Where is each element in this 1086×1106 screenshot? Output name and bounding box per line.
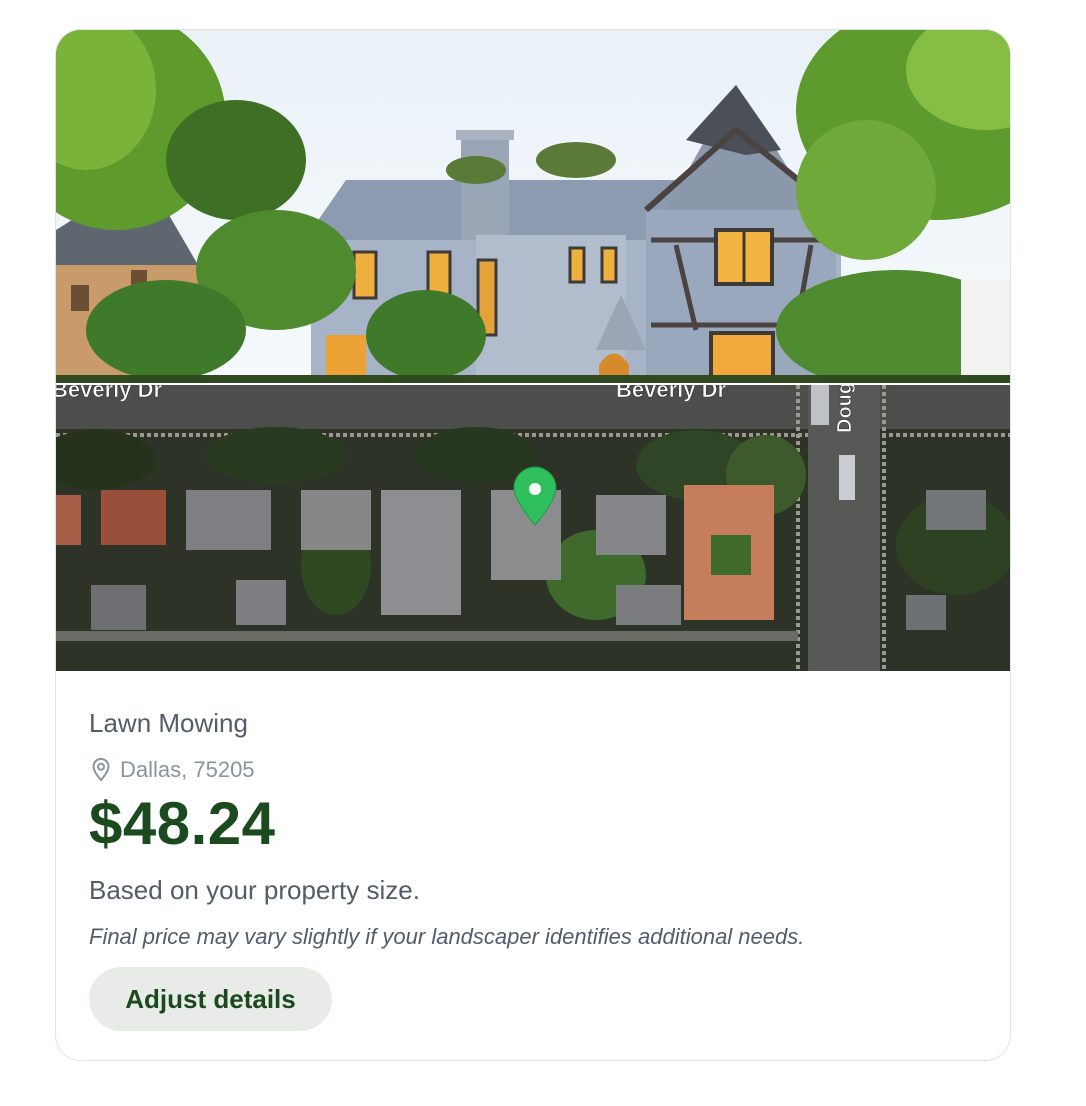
location-row: Dallas, 75205 bbox=[89, 757, 255, 783]
street-label-left: Beverly Dr bbox=[56, 385, 163, 402]
street-label-vertical: Doug bbox=[834, 385, 856, 433]
street-label-right: Beverly Dr bbox=[616, 385, 727, 402]
price-basis: Based on your property size. bbox=[89, 875, 420, 905]
price-disclaimer: Final price may vary slightly if your la… bbox=[89, 924, 805, 949]
property-photo bbox=[56, 30, 1010, 383]
service-name: Lawn Mowing bbox=[89, 708, 248, 738]
listing-card: Beverly Dr Beverly Dr Doug Lawn Mowing D… bbox=[55, 29, 1011, 1061]
adjust-details-button[interactable]: Adjust details bbox=[89, 967, 332, 1031]
price: $48.24 bbox=[89, 790, 276, 857]
location-text: Dallas, 75205 bbox=[120, 757, 255, 782]
map-pin-outline-icon bbox=[89, 757, 113, 783]
satellite-map[interactable]: Beverly Dr Beverly Dr Doug bbox=[56, 385, 1010, 671]
